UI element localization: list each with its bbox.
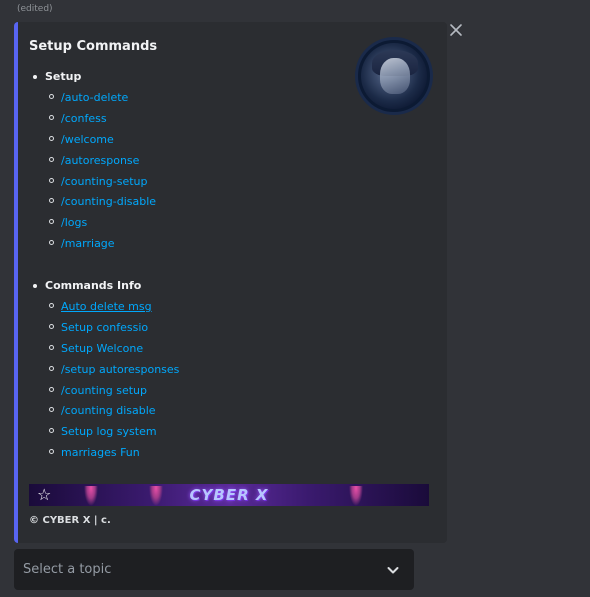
embed-banner-image[interactable]: ☆ CYBER X bbox=[29, 484, 429, 506]
info-link-counting-disable[interactable]: /counting disable bbox=[48, 404, 179, 425]
info-link-counting-setup[interactable]: /counting setup bbox=[48, 384, 179, 405]
command-link-welcome[interactable]: /welcome bbox=[48, 133, 156, 154]
info-link-auto-delete[interactable]: Auto delete msg bbox=[48, 300, 179, 321]
embed-footer: © CYBER X | c. bbox=[29, 515, 111, 526]
embed-thumbnail[interactable] bbox=[355, 37, 433, 115]
info-link-autoresponses[interactable]: /setup autoresponses bbox=[48, 363, 179, 384]
thumbnail-face bbox=[380, 58, 410, 94]
command-link-counting-disable[interactable]: /counting-disable bbox=[48, 195, 156, 216]
section-heading-commands-info: Commands Info bbox=[32, 279, 142, 292]
info-link-marriages[interactable]: marriages Fun bbox=[48, 446, 179, 467]
section-heading-setup: Setup bbox=[32, 70, 82, 83]
info-link-confession[interactable]: Setup confessio bbox=[48, 321, 179, 342]
chevron-down-icon bbox=[387, 567, 399, 574]
command-link-counting-setup[interactable]: /counting-setup bbox=[48, 175, 156, 196]
close-button[interactable] bbox=[449, 22, 463, 36]
setup-command-list: /auto-delete /confess /welcome /autoresp… bbox=[48, 91, 156, 258]
command-link-logs[interactable]: /logs bbox=[48, 216, 156, 237]
command-link-auto-delete[interactable]: /auto-delete bbox=[48, 91, 156, 112]
info-link-log-system[interactable]: Setup log system bbox=[48, 425, 179, 446]
edited-tag: (edited) bbox=[17, 4, 53, 14]
command-link-marriage[interactable]: /marriage bbox=[48, 237, 156, 258]
banner-brand-text: CYBER X bbox=[189, 486, 269, 504]
command-link-autoresponse[interactable]: /autoresponse bbox=[48, 154, 156, 175]
embed-title: Setup Commands bbox=[29, 39, 158, 54]
commands-info-list: Auto delete msg Setup confessio Setup We… bbox=[48, 300, 179, 467]
command-link-confess[interactable]: /confess bbox=[48, 112, 156, 133]
topic-select[interactable]: Select a topic bbox=[14, 549, 414, 590]
info-link-welcome[interactable]: Setup Welcone bbox=[48, 342, 179, 363]
select-placeholder: Select a topic bbox=[23, 562, 112, 577]
embed-card: Setup Commands Setup /auto-delete /confe… bbox=[14, 22, 447, 543]
close-icon bbox=[450, 24, 462, 36]
